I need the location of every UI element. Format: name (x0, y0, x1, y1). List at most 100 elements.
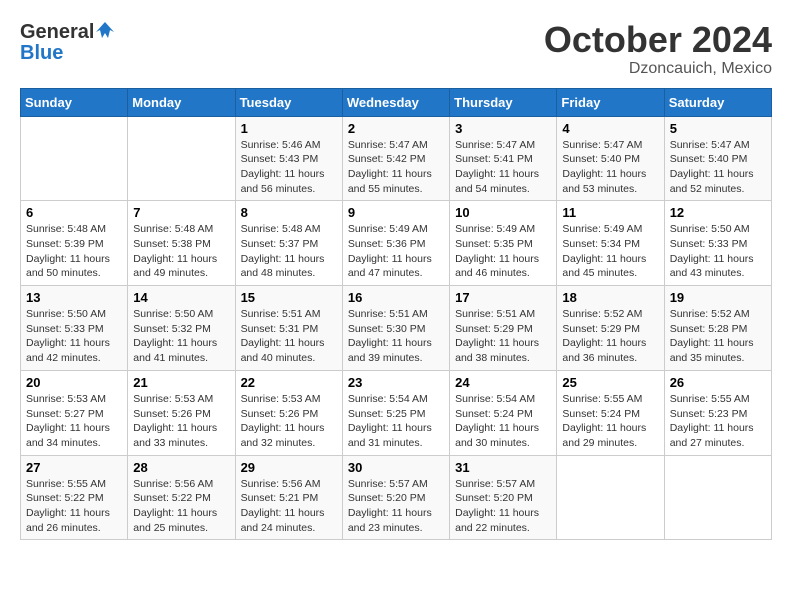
calendar-day-cell: 8 Sunrise: 5:48 AMSunset: 5:37 PMDaylight… (235, 201, 342, 286)
day-info: Sunrise: 5:56 AMSunset: 5:21 PMDaylight:… (241, 477, 337, 536)
day-info: Sunrise: 5:47 AMSunset: 5:42 PMDaylight:… (348, 138, 444, 197)
day-info: Sunrise: 5:49 AMSunset: 5:35 PMDaylight:… (455, 222, 551, 281)
day-number: 10 (455, 205, 551, 220)
calendar-week-row: 20 Sunrise: 5:53 AMSunset: 5:27 PMDayligh… (21, 370, 772, 455)
calendar-week-row: 6 Sunrise: 5:48 AMSunset: 5:39 PMDaylight… (21, 201, 772, 286)
title-block: October 2024 Dzoncauich, Mexico (544, 20, 772, 78)
day-info: Sunrise: 5:48 AMSunset: 5:38 PMDaylight:… (133, 222, 229, 281)
calendar-day-cell: 27Sunrise: 5:55 AMSunset: 5:22 PMDayligh… (21, 455, 128, 540)
logo-blue-text: Blue (20, 43, 63, 63)
calendar-day-cell: 26 Sunrise: 5:55 AMSunset: 5:23 PMDayligh… (664, 370, 771, 455)
day-info: Sunrise: 5:54 AMSunset: 5:24 PMDaylight:… (455, 392, 551, 451)
calendar-day-cell: 30Sunrise: 5:57 AMSunset: 5:20 PMDayligh… (342, 455, 449, 540)
day-info: Sunrise: 5:51 AMSunset: 5:29 PMDaylight:… (455, 307, 551, 366)
day-info: Sunrise: 5:51 AMSunset: 5:30 PMDaylight:… (348, 307, 444, 366)
day-info: Sunrise: 5:53 AMSunset: 5:26 PMDaylight:… (241, 392, 337, 451)
location: Dzoncauich, Mexico (544, 60, 772, 78)
calendar-week-row: 1 Sunrise: 5:46 AMSunset: 5:43 PMDaylight… (21, 116, 772, 201)
calendar-day-cell: 18 Sunrise: 5:52 AMSunset: 5:29 PMDayligh… (557, 286, 664, 371)
calendar-day-cell: 25Sunrise: 5:55 AMSunset: 5:24 PMDayligh… (557, 370, 664, 455)
weekday-header-cell: Saturday (664, 88, 771, 116)
weekday-header-cell: Sunday (21, 88, 128, 116)
day-info: Sunrise: 5:47 AMSunset: 5:40 PMDaylight:… (670, 138, 766, 197)
calendar-day-cell (128, 116, 235, 201)
weekday-header-cell: Friday (557, 88, 664, 116)
day-info: Sunrise: 5:47 AMSunset: 5:41 PMDaylight:… (455, 138, 551, 197)
calendar-day-cell: 23 Sunrise: 5:54 AMSunset: 5:25 PMDayligh… (342, 370, 449, 455)
calendar-day-cell: 31Sunrise: 5:57 AMSunset: 5:20 PMDayligh… (450, 455, 557, 540)
calendar-day-cell (557, 455, 664, 540)
calendar-day-cell: 7 Sunrise: 5:48 AMSunset: 5:38 PMDaylight… (128, 201, 235, 286)
calendar-day-cell: 3Sunrise: 5:47 AMSunset: 5:41 PMDaylight… (450, 116, 557, 201)
day-number: 12 (670, 205, 766, 220)
day-number: 11 (562, 205, 658, 220)
day-number: 25 (562, 375, 658, 390)
calendar-day-cell: 19Sunrise: 5:52 AMSunset: 5:28 PMDayligh… (664, 286, 771, 371)
calendar-day-cell: 10 Sunrise: 5:49 AMSunset: 5:35 PMDayligh… (450, 201, 557, 286)
day-number: 5 (670, 121, 766, 136)
day-number: 20 (26, 375, 122, 390)
weekday-header-cell: Wednesday (342, 88, 449, 116)
calendar-table: SundayMondayTuesdayWednesdayThursdayFrid… (20, 88, 772, 541)
day-number: 6 (26, 205, 122, 220)
calendar-day-cell: 11Sunrise: 5:49 AMSunset: 5:34 PMDayligh… (557, 201, 664, 286)
day-info: Sunrise: 5:54 AMSunset: 5:25 PMDaylight:… (348, 392, 444, 451)
weekday-header-row: SundayMondayTuesdayWednesdayThursdayFrid… (21, 88, 772, 116)
day-info: Sunrise: 5:52 AMSunset: 5:29 PMDaylight:… (562, 307, 658, 366)
calendar-day-cell: 20 Sunrise: 5:53 AMSunset: 5:27 PMDayligh… (21, 370, 128, 455)
calendar-day-cell: 9Sunrise: 5:49 AMSunset: 5:36 PMDaylight… (342, 201, 449, 286)
day-info: Sunrise: 5:46 AMSunset: 5:43 PMDaylight:… (241, 138, 337, 197)
day-info: Sunrise: 5:55 AMSunset: 5:23 PMDaylight:… (670, 392, 766, 451)
day-info: Sunrise: 5:47 AMSunset: 5:40 PMDaylight:… (562, 138, 658, 197)
calendar-day-cell: 17 Sunrise: 5:51 AMSunset: 5:29 PMDayligh… (450, 286, 557, 371)
day-info: Sunrise: 5:56 AMSunset: 5:22 PMDaylight:… (133, 477, 229, 536)
day-number: 31 (455, 460, 551, 475)
logo-general-text: General (20, 22, 94, 42)
day-info: Sunrise: 5:50 AMSunset: 5:32 PMDaylight:… (133, 307, 229, 366)
day-number: 26 (670, 375, 766, 390)
day-number: 7 (133, 205, 229, 220)
day-number: 13 (26, 290, 122, 305)
day-info: Sunrise: 5:51 AMSunset: 5:31 PMDaylight:… (241, 307, 337, 366)
calendar-day-cell: 15Sunrise: 5:51 AMSunset: 5:31 PMDayligh… (235, 286, 342, 371)
day-info: Sunrise: 5:52 AMSunset: 5:28 PMDaylight:… (670, 307, 766, 366)
weekday-header-cell: Monday (128, 88, 235, 116)
day-number: 17 (455, 290, 551, 305)
day-info: Sunrise: 5:48 AMSunset: 5:37 PMDaylight:… (241, 222, 337, 281)
calendar-day-cell: 12 Sunrise: 5:50 AMSunset: 5:33 PMDayligh… (664, 201, 771, 286)
calendar-day-cell: 21Sunrise: 5:53 AMSunset: 5:26 PMDayligh… (128, 370, 235, 455)
day-number: 29 (241, 460, 337, 475)
calendar-week-row: 27Sunrise: 5:55 AMSunset: 5:22 PMDayligh… (21, 455, 772, 540)
day-info: Sunrise: 5:57 AMSunset: 5:20 PMDaylight:… (348, 477, 444, 536)
day-number: 16 (348, 290, 444, 305)
day-number: 28 (133, 460, 229, 475)
calendar-day-cell: 29 Sunrise: 5:56 AMSunset: 5:21 PMDayligh… (235, 455, 342, 540)
day-number: 22 (241, 375, 337, 390)
day-info: Sunrise: 5:49 AMSunset: 5:36 PMDaylight:… (348, 222, 444, 281)
calendar-week-row: 13 Sunrise: 5:50 AMSunset: 5:33 PMDayligh… (21, 286, 772, 371)
day-info: Sunrise: 5:48 AMSunset: 5:39 PMDaylight:… (26, 222, 122, 281)
day-info: Sunrise: 5:53 AMSunset: 5:27 PMDaylight:… (26, 392, 122, 451)
calendar-day-cell: 1 Sunrise: 5:46 AMSunset: 5:43 PMDaylight… (235, 116, 342, 201)
page-header: General Blue October 2024 Dzoncauich, Me… (20, 20, 772, 78)
weekday-header-cell: Thursday (450, 88, 557, 116)
calendar-day-cell: 5 Sunrise: 5:47 AMSunset: 5:40 PMDaylight… (664, 116, 771, 201)
day-info: Sunrise: 5:50 AMSunset: 5:33 PMDaylight:… (26, 307, 122, 366)
day-info: Sunrise: 5:50 AMSunset: 5:33 PMDaylight:… (670, 222, 766, 281)
day-number: 23 (348, 375, 444, 390)
calendar-day-cell: 22 Sunrise: 5:53 AMSunset: 5:26 PMDayligh… (235, 370, 342, 455)
calendar-day-cell: 16 Sunrise: 5:51 AMSunset: 5:30 PMDayligh… (342, 286, 449, 371)
day-number: 8 (241, 205, 337, 220)
day-number: 1 (241, 121, 337, 136)
calendar-day-cell: 2Sunrise: 5:47 AMSunset: 5:42 PMDaylight… (342, 116, 449, 201)
day-number: 27 (26, 460, 122, 475)
calendar-day-cell: 14 Sunrise: 5:50 AMSunset: 5:32 PMDayligh… (128, 286, 235, 371)
calendar-day-cell: 24Sunrise: 5:54 AMSunset: 5:24 PMDayligh… (450, 370, 557, 455)
day-number: 14 (133, 290, 229, 305)
day-number: 21 (133, 375, 229, 390)
calendar-day-cell: 6 Sunrise: 5:48 AMSunset: 5:39 PMDaylight… (21, 201, 128, 286)
calendar-day-cell: 28 Sunrise: 5:56 AMSunset: 5:22 PMDayligh… (128, 455, 235, 540)
logo: General Blue (20, 20, 114, 63)
day-number: 18 (562, 290, 658, 305)
weekday-header-cell: Tuesday (235, 88, 342, 116)
